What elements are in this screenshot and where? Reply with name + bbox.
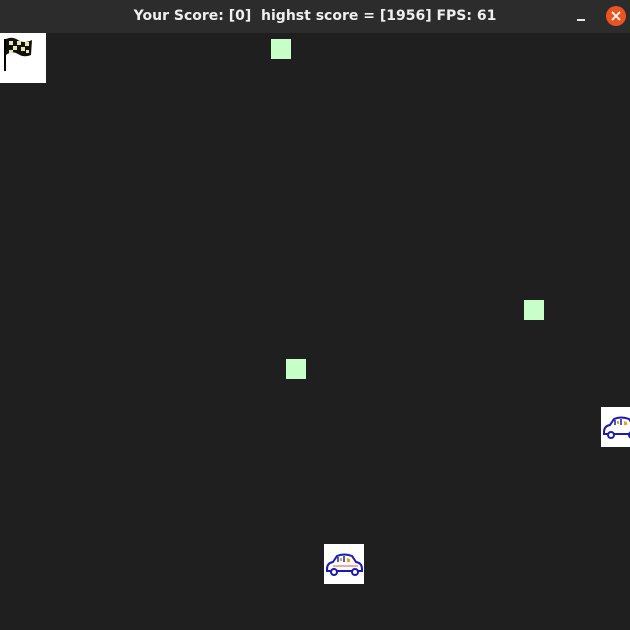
- checkered-flag-icon: [4, 37, 32, 71]
- close-button[interactable]: [606, 6, 626, 26]
- title-bar: Your Score: [0] highst score = [1956] FP…: [0, 0, 630, 33]
- minimize-button[interactable]: [572, 8, 590, 26]
- car-icon: [603, 416, 630, 439]
- game-playfield[interactable]: [0, 33, 630, 630]
- pickup-block: [524, 300, 544, 320]
- finish-flag: [0, 33, 46, 83]
- player-car: [324, 544, 364, 584]
- game-window: Your Score: [0] highst score = [1956] FP…: [0, 0, 630, 630]
- car-icon: [326, 553, 363, 576]
- window-title: Your Score: [0] highst score = [1956] FP…: [133, 8, 497, 24]
- pickup-block: [286, 359, 306, 379]
- close-icon: [611, 11, 621, 21]
- pickup-block: [271, 39, 291, 59]
- enemy-car: [601, 407, 630, 447]
